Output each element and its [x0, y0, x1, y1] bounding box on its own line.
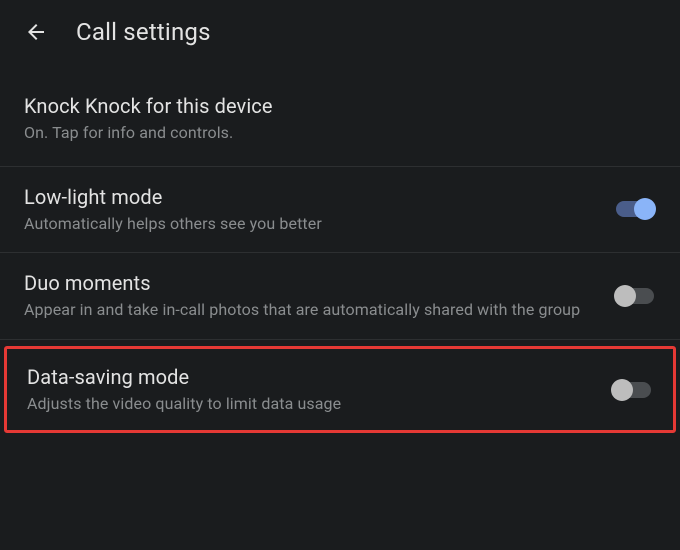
setting-knock-knock[interactable]: Knock Knock for this device On. Tap for … [0, 66, 680, 167]
setting-subtitle: On. Tap for info and controls. [24, 122, 636, 144]
toggle-duo-moments[interactable] [614, 285, 656, 307]
toggle-thumb [611, 379, 633, 401]
setting-text-block: Duo moments Appear in and take in-call p… [24, 271, 614, 321]
toggle-data-saving[interactable] [611, 379, 653, 401]
toggle-thumb [634, 198, 656, 220]
setting-text-block: Data-saving mode Adjusts the video quali… [27, 365, 611, 415]
setting-text-block: Low-light mode Automatically helps other… [24, 185, 614, 235]
page-title: Call settings [76, 18, 211, 46]
setting-title: Data-saving mode [27, 365, 591, 389]
setting-subtitle: Appear in and take in-call photos that a… [24, 299, 594, 321]
setting-title: Duo moments [24, 271, 594, 295]
setting-subtitle: Adjusts the video quality to limit data … [27, 393, 591, 415]
back-button[interactable] [24, 20, 48, 44]
arrow-left-icon [24, 20, 48, 44]
setting-title: Knock Knock for this device [24, 94, 636, 118]
setting-data-saving[interactable]: Data-saving mode Adjusts the video quali… [4, 346, 676, 434]
setting-duo-moments[interactable]: Duo moments Appear in and take in-call p… [0, 253, 680, 340]
setting-title: Low-light mode [24, 185, 594, 209]
setting-subtitle: Automatically helps others see you bette… [24, 213, 594, 235]
toggle-thumb [614, 285, 636, 307]
setting-text-block: Knock Knock for this device On. Tap for … [24, 94, 656, 144]
header: Call settings [0, 0, 680, 66]
settings-list: Knock Knock for this device On. Tap for … [0, 66, 680, 433]
toggle-low-light[interactable] [614, 198, 656, 220]
setting-low-light[interactable]: Low-light mode Automatically helps other… [0, 167, 680, 254]
